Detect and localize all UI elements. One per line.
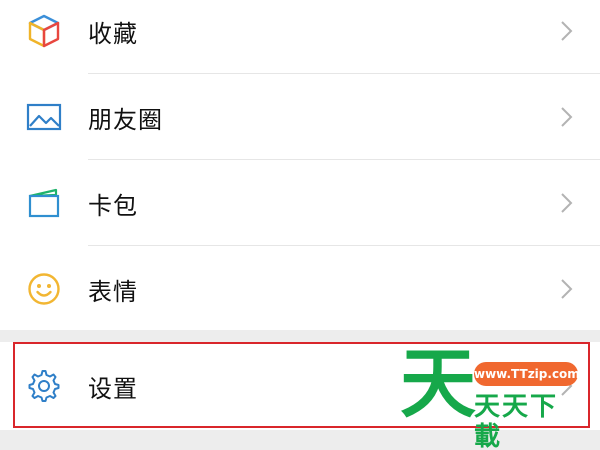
menu-item-label: 表情 — [88, 277, 138, 306]
card-icon — [24, 183, 64, 223]
menu-item-favorites[interactable]: 收藏 — [0, 0, 600, 74]
chevron-right-icon — [561, 279, 573, 299]
menu-item-stickers[interactable]: 表情 — [0, 246, 600, 332]
menu-item-label: 收藏 — [88, 19, 138, 48]
menu-item-label: 设置 — [88, 374, 138, 403]
section-gap — [0, 330, 600, 342]
cube-icon — [24, 11, 64, 51]
picture-icon — [24, 97, 64, 137]
menu-group: 收藏 朋友圈 卡包 表情 — [0, 0, 600, 332]
settings-menu-screen: 收藏 朋友圈 卡包 表情 设置 天 www.TTzip.com 天天下載 — [0, 0, 600, 450]
chevron-right-icon — [561, 107, 573, 127]
menu-item-card-wallet[interactable]: 卡包 — [0, 160, 600, 246]
watermark-big-char: 天 — [400, 339, 476, 428]
watermark-name: 天天下載 — [474, 392, 559, 450]
menu-item-moments[interactable]: 朋友圈 — [0, 74, 600, 160]
watermark-url: www.TTzip.com — [474, 362, 580, 386]
watermark-logo: 天 www.TTzip.com 天天下載 — [400, 344, 580, 450]
smiley-icon — [24, 269, 64, 309]
menu-item-label: 卡包 — [88, 191, 138, 220]
gear-icon — [24, 366, 64, 406]
chevron-right-icon — [561, 193, 573, 213]
menu-item-label: 朋友圈 — [88, 105, 163, 134]
chevron-right-icon — [561, 21, 573, 41]
